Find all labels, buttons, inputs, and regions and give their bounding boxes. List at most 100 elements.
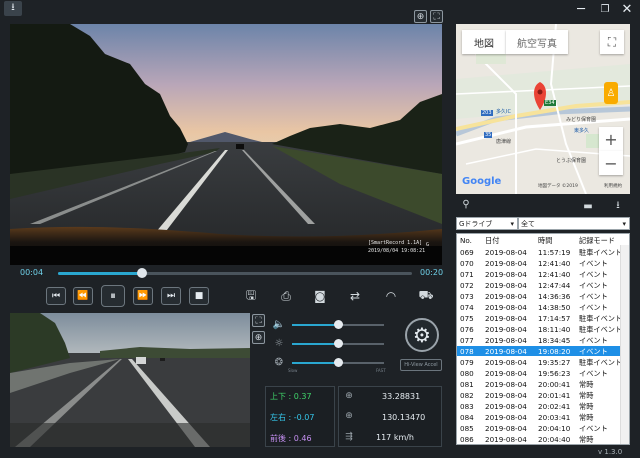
fullscreen-button[interactable]: ⛶ — [430, 10, 443, 23]
fast-forward-button[interactable]: ⏩ — [133, 287, 153, 305]
cell-date: 2019-08-04 — [485, 379, 527, 389]
column-no[interactable]: No. — [460, 236, 472, 245]
fullscreen-icon: ⛶ — [255, 315, 262, 326]
front-camera-video[interactable]: [SmartRecord 1.1A] 2019/08/04 19:08:21 G — [10, 24, 442, 265]
map-place-3: とうぶ保育園 — [556, 158, 587, 164]
cell-no: 083 — [460, 401, 474, 411]
location-pin-button[interactable]: ⚲ — [458, 197, 474, 211]
restore-button[interactable]: ❐ — [594, 0, 616, 18]
drive-select[interactable]: Gドライブ ▾ — [456, 217, 518, 230]
close-button[interactable]: ✕ — [616, 0, 638, 18]
cell-mode: 駐車イベント — [579, 357, 623, 367]
skip-back-icon: ⏮ — [51, 291, 61, 301]
map-route-203: 203 — [481, 110, 493, 116]
hiview-accel-button[interactable]: Hi-View Accel — [400, 359, 442, 371]
cell-mode: 常時 — [579, 401, 594, 411]
table-row[interactable]: 084 2019-08-04 20:03:41 常時 — [457, 412, 627, 422]
export-button[interactable]: ⭳ — [610, 199, 626, 213]
table-row[interactable]: 081 2019-08-04 20:00:41 常時 — [457, 379, 627, 389]
skip-back-button[interactable]: ⏮ — [46, 287, 66, 305]
timeline-handle[interactable] — [137, 268, 147, 278]
list-scrollbar[interactable] — [620, 245, 629, 444]
table-row[interactable]: 071 2019-08-04 12:41:40 イベント — [457, 269, 627, 279]
table-row[interactable]: 070 2019-08-04 12:41:40 イベント — [457, 258, 627, 268]
table-row[interactable]: 073 2019-08-04 14:36:36 イベント — [457, 291, 627, 301]
pause-button[interactable]: ⏸ — [101, 285, 125, 307]
map-zoom-in-button[interactable]: + — [599, 127, 623, 151]
car-button[interactable]: ⛟ — [416, 287, 436, 305]
stop-button[interactable]: ■ — [189, 287, 209, 305]
table-row[interactable]: 074 2019-08-04 14:38:50 イベント — [457, 302, 627, 312]
rear-camera-video[interactable] — [10, 313, 250, 447]
download-icon: ⭳ — [616, 199, 620, 211]
cell-time: 20:02:41 — [538, 401, 571, 411]
download-button[interactable]: ⭳ — [4, 1, 22, 16]
volume-slider-handle[interactable] — [334, 320, 343, 329]
cell-date: 2019-08-04 — [485, 247, 527, 257]
table-row[interactable]: 079 2019-08-04 19:35:27 駐車イベント — [457, 357, 627, 367]
rear-zoom-button[interactable]: ⊕ — [252, 331, 265, 344]
table-row[interactable]: 072 2019-08-04 12:47:44 イベント — [457, 280, 627, 290]
brightness-slider-fill — [292, 343, 338, 345]
speedometer-button[interactable]: ◠ — [381, 287, 401, 305]
cell-no: 071 — [460, 269, 474, 279]
cell-mode: イベント — [579, 346, 608, 356]
swap-camera-button[interactable]: ⇄ — [345, 287, 365, 305]
street-view-button[interactable]: ♙ — [604, 82, 618, 104]
table-row[interactable]: 069 2019-08-04 11:57:19 駐車イベント — [457, 247, 627, 257]
rewind-button[interactable]: ⏪ — [73, 287, 93, 305]
folder-button[interactable]: ▬ — [580, 199, 596, 213]
cell-mode: イベント — [579, 335, 608, 345]
zoom-in-button[interactable]: ⊕ — [414, 10, 427, 23]
map-fullscreen-button[interactable]: ⛶ — [600, 30, 624, 54]
map-zoom-out-button[interactable]: − — [599, 151, 623, 175]
map-tab-map[interactable]: 地図 — [462, 30, 506, 54]
cell-no: 075 — [460, 313, 474, 323]
cell-time: 12:47:44 — [538, 280, 571, 290]
cell-time: 14:38:50 — [538, 302, 571, 312]
table-row[interactable]: 077 2019-08-04 18:34:45 イベント — [457, 335, 627, 345]
cell-time: 20:00:41 — [538, 379, 571, 389]
map-view[interactable]: 地図 航空写真 ⛶ ♙ + − E34 多久IC 203 35 みどり保育園 東… — [456, 24, 630, 194]
settings-button[interactable]: ⚙ — [405, 318, 439, 352]
close-icon: ✕ — [621, 1, 633, 17]
cell-time: 11:57:19 — [538, 247, 571, 257]
table-row[interactable]: 086 2019-08-04 20:04:40 常時 — [457, 434, 627, 444]
skip-forward-button[interactable]: ⏭ — [161, 287, 181, 305]
column-mode[interactable]: 記録モード — [579, 236, 615, 246]
map-terms-link[interactable]: 利用規約 — [604, 183, 622, 189]
drive-select-value: Gドライブ — [459, 219, 493, 228]
current-time: 00:04 — [20, 268, 44, 277]
cell-date: 2019-08-04 — [485, 357, 527, 367]
table-row[interactable]: 076 2019-08-04 18:11:40 駐車イベント — [457, 324, 627, 334]
column-time[interactable]: 時間 — [538, 236, 552, 246]
gsensor-frontback: 前後 : 0.46 — [270, 434, 312, 443]
table-row[interactable]: 085 2019-08-04 20:04:10 イベント — [457, 423, 627, 433]
brightness-slider-handle[interactable] — [334, 339, 343, 348]
print-button[interactable]: ⎙ — [276, 287, 296, 305]
table-row[interactable]: 080 2019-08-04 19:56:23 イベント — [457, 368, 627, 378]
column-date[interactable]: 日付 — [485, 236, 499, 246]
table-row[interactable]: 082 2019-08-04 20:01:41 常時 — [457, 390, 627, 400]
cell-date: 2019-08-04 — [485, 401, 527, 411]
recording-list[interactable]: No. 日付 時間 記録モード 069 2019-08-04 11:57:19 駐車イ… — [456, 233, 630, 445]
cell-time: 20:04:40 — [538, 434, 571, 444]
table-row[interactable]: 078 2019-08-04 19:08:20 イベント — [457, 346, 627, 356]
map-tab-satellite[interactable]: 航空写真 — [506, 30, 568, 54]
minimize-button[interactable]: ─ — [570, 0, 592, 18]
cell-mode: 常時 — [579, 412, 594, 422]
fast-forward-icon: ⏩ — [137, 291, 149, 301]
cell-no: 077 — [460, 335, 474, 345]
map-road-name: 唐津線 — [496, 139, 512, 145]
snapshot-button[interactable]: ◙ — [310, 287, 330, 305]
speed-slider-handle[interactable] — [334, 358, 343, 367]
mode-select[interactable]: 全て ▾ — [518, 217, 630, 230]
cell-mode: イベント — [579, 302, 608, 312]
save-button[interactable]: 🖫 — [241, 287, 261, 305]
table-row[interactable]: 075 2019-08-04 17:14:57 駐車イベント — [457, 313, 627, 323]
video-overlay-gsensor: G — [426, 242, 430, 248]
table-row[interactable]: 083 2019-08-04 20:02:41 常時 — [457, 401, 627, 411]
cell-date: 2019-08-04 — [485, 313, 527, 323]
cell-date: 2019-08-04 — [485, 302, 527, 312]
rear-fullscreen-button[interactable]: ⛶ — [252, 314, 265, 327]
